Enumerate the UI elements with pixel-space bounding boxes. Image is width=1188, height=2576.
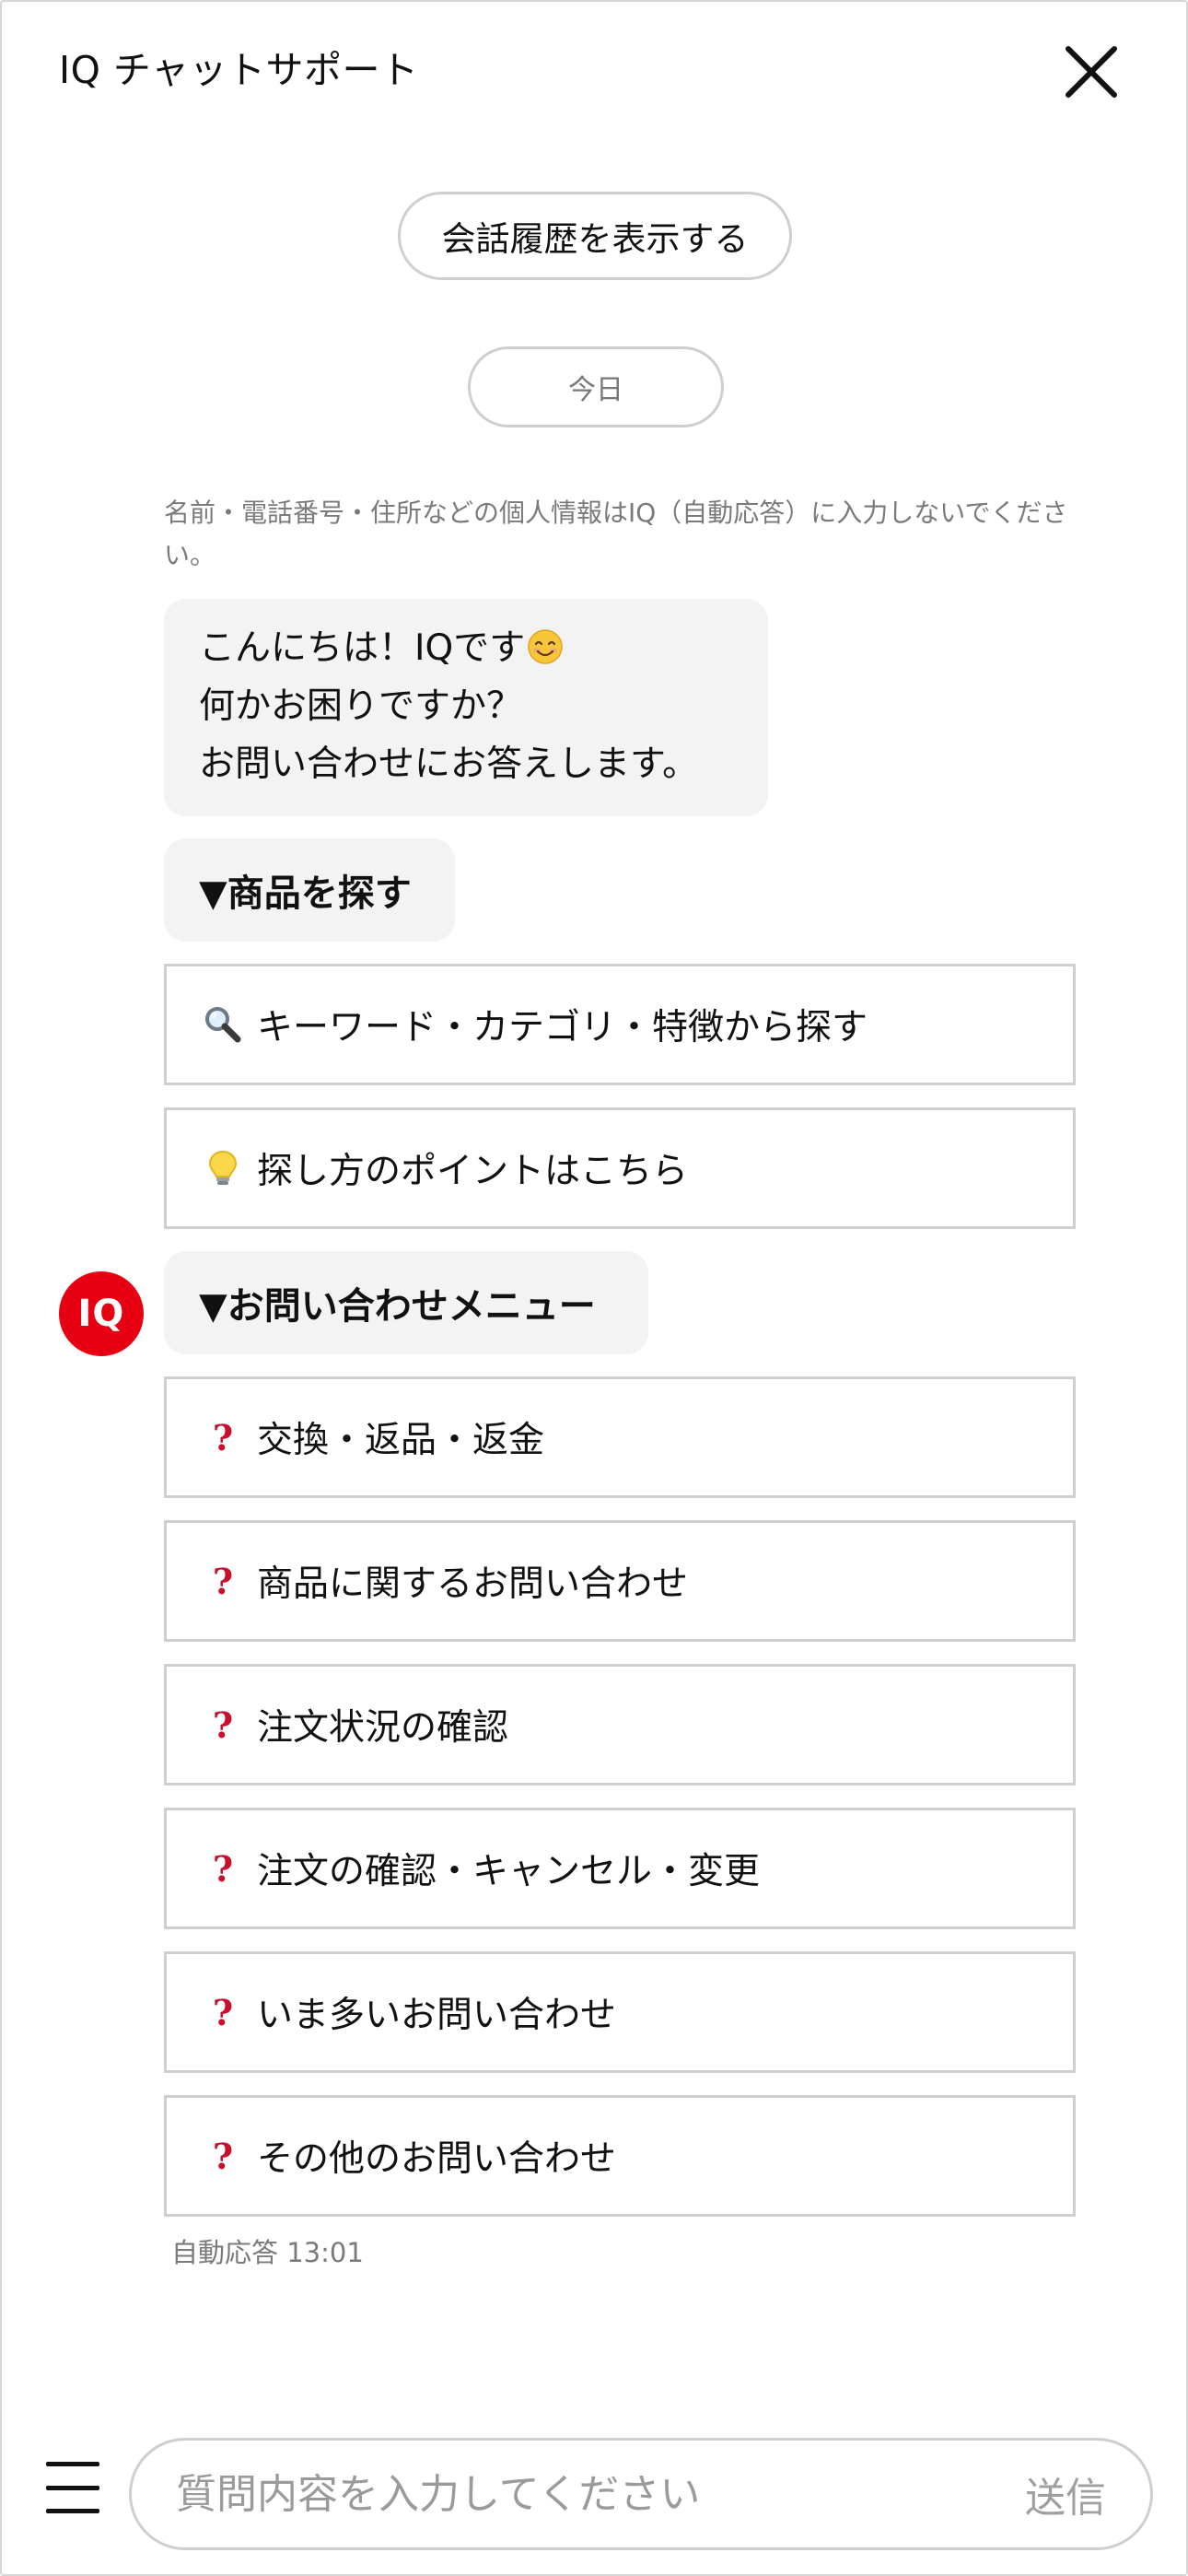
- close-button[interactable]: [1059, 35, 1124, 109]
- question-mark-icon: ?: [212, 1847, 234, 1890]
- close-icon: [1066, 46, 1117, 98]
- product-inquiry-option[interactable]: ? 商品に関するお問い合わせ: [164, 1520, 1076, 1642]
- message-input[interactable]: [176, 2441, 949, 2547]
- keyword-search-option[interactable]: キーワード・カテゴリ・特徴から探す: [164, 964, 1076, 1085]
- message-composer: 送信: [129, 2438, 1153, 2550]
- option-label: その他のお問い合わせ: [257, 2138, 617, 2180]
- greeting-line: こんにちは！IQです: [199, 619, 733, 677]
- product-search-heading: ▼商品を探す: [164, 838, 455, 942]
- lightbulb-icon: [202, 1147, 244, 1189]
- magnifier-icon: [202, 1003, 244, 1046]
- option-label: キーワード・カテゴリ・特徴から探す: [257, 1007, 868, 1048]
- order-change-cancel-option[interactable]: ? 注文の確認・キャンセル・変更: [164, 1808, 1076, 1929]
- other-inquiries-option[interactable]: ? その他のお問い合わせ: [164, 2095, 1076, 2217]
- option-label: 商品に関するお問い合わせ: [257, 1563, 689, 1605]
- greeting-bubble: こんにちは！IQです 何かお困りですか？ お問い合わせにお答えします。: [164, 599, 768, 816]
- question-mark-icon: ?: [212, 1416, 234, 1458]
- question-mark-icon: ?: [212, 1991, 234, 2033]
- menu-button[interactable]: [46, 2462, 99, 2513]
- question-mark-icon: ?: [212, 2135, 234, 2177]
- order-status-option[interactable]: ? 注文状況の確認: [164, 1664, 1076, 1786]
- send-button[interactable]: 送信: [1025, 2441, 1106, 2547]
- page-title: IQ チャットサポート: [59, 48, 419, 92]
- greeting-line: 何かお困りですか？: [199, 685, 523, 727]
- message-timestamp: 自動応答 13:01: [171, 2237, 364, 2268]
- greeting-line: お問い合わせにお答えします。: [199, 744, 699, 785]
- option-label: 注文状況の確認: [257, 1707, 509, 1749]
- smiling-face-icon: [528, 629, 563, 664]
- inquiry-menu-heading: ▼お問い合わせメニュー: [164, 1251, 648, 1354]
- option-label: 交換・返品・返金: [257, 1420, 545, 1461]
- show-history-button[interactable]: 会話履歴を表示する: [398, 192, 792, 280]
- privacy-notice: 名前・電話番号・住所などの個人情報はIQ（自動応答）に入力しないでください。: [164, 498, 1068, 570]
- question-mark-icon: ?: [212, 1704, 234, 1746]
- question-mark-icon: ?: [212, 1560, 234, 1602]
- bot-avatar: IQ: [59, 1271, 144, 1356]
- hamburger-menu-icon: [46, 2462, 99, 2466]
- option-label: いま多いお問い合わせ: [257, 1995, 617, 2036]
- date-divider: 今日: [468, 346, 724, 427]
- popular-inquiries-option[interactable]: ? いま多いお問い合わせ: [164, 1951, 1076, 2073]
- option-label: 探し方のポイントはこちら: [257, 1151, 689, 1192]
- chat-window: IQ チャットサポート 会話履歴を表示する 今日 名前・電話番号・住所などの個人…: [0, 0, 1188, 2576]
- option-label: 注文の確認・キャンセル・変更: [257, 1851, 761, 1892]
- exchange-return-refund-option[interactable]: ? 交換・返品・返金: [164, 1376, 1076, 1498]
- search-tips-option[interactable]: 探し方のポイントはこちら: [164, 1107, 1076, 1229]
